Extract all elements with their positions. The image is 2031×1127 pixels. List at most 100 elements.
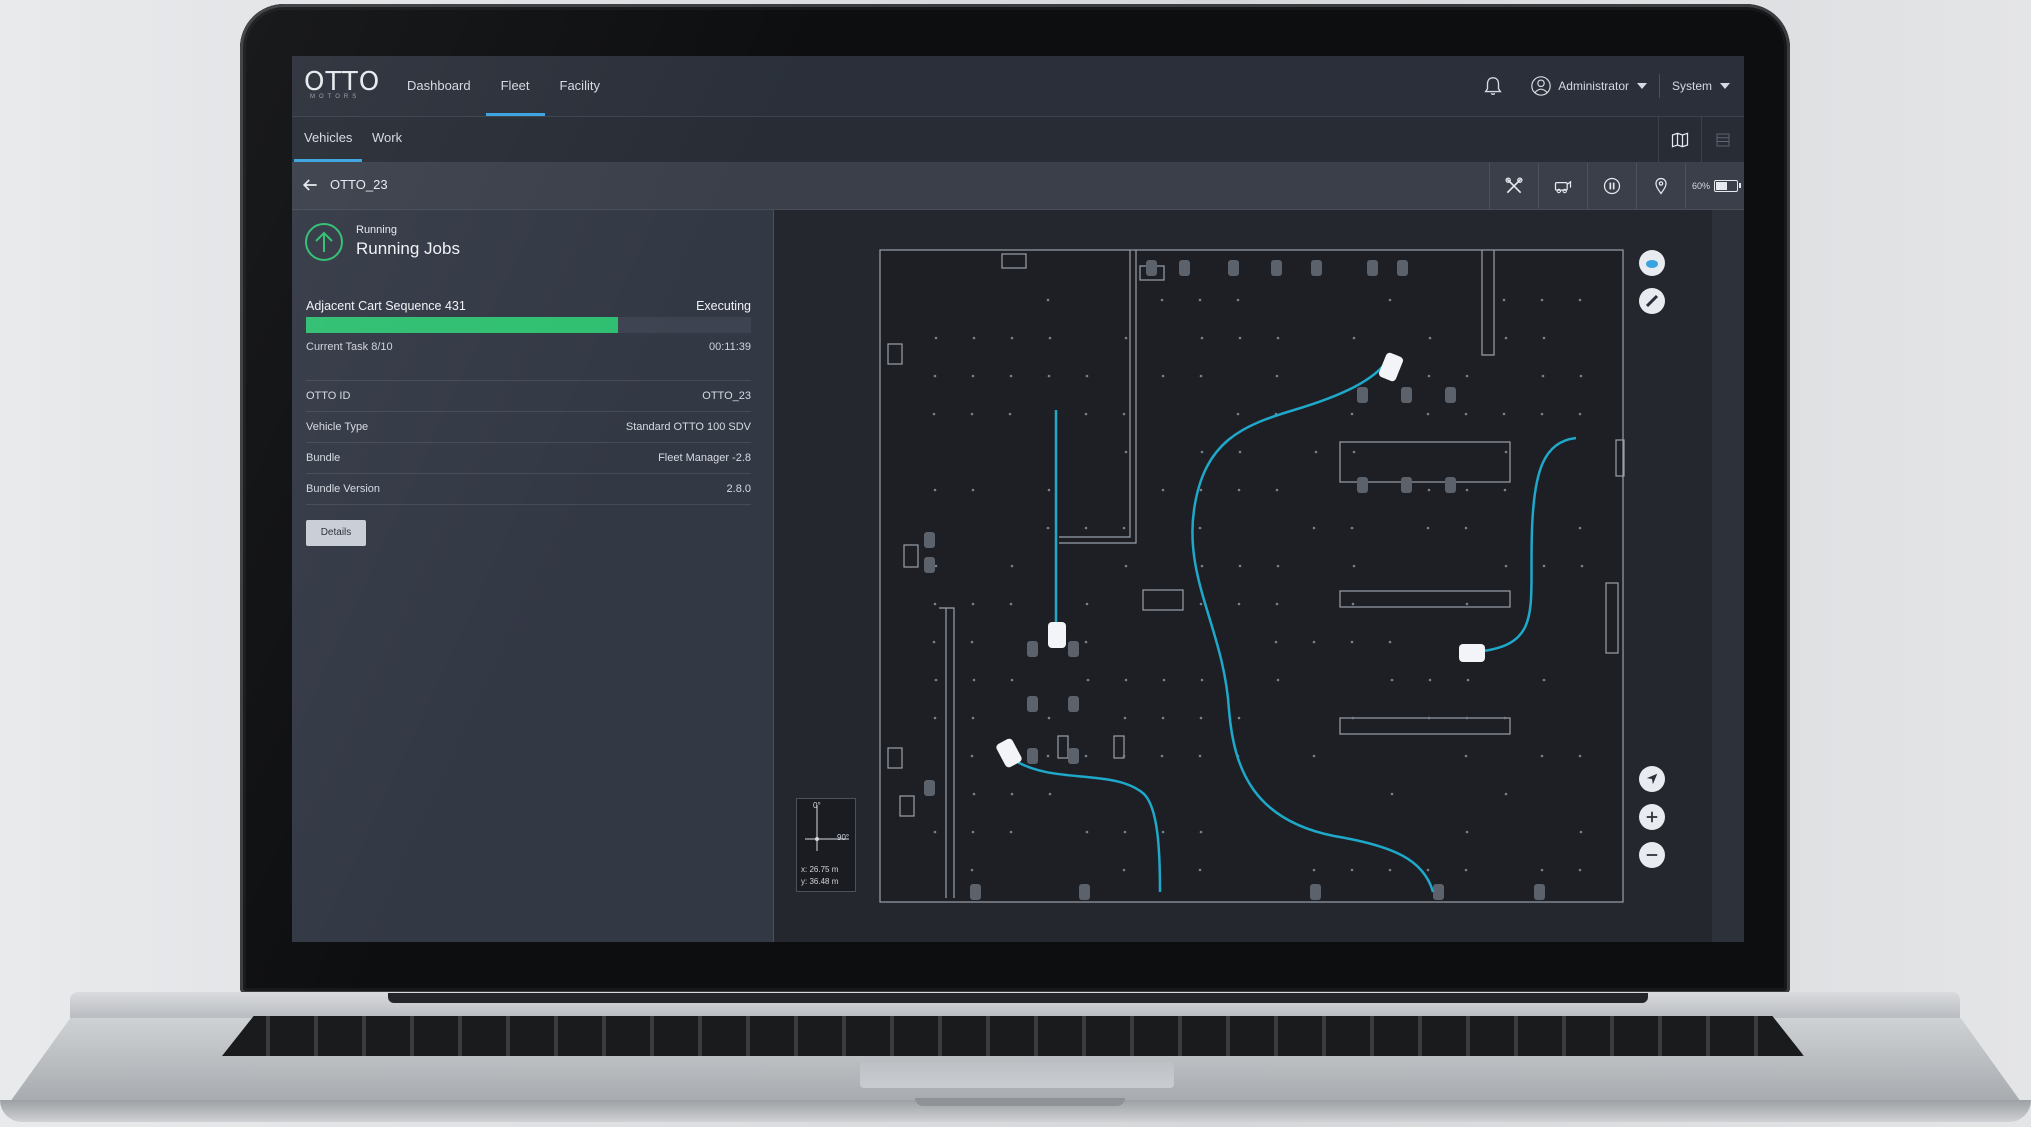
- list-icon: [1714, 131, 1732, 149]
- cart-marker: [1357, 387, 1368, 403]
- user-avatar-icon: [1530, 75, 1552, 97]
- cart-marker: [1079, 884, 1090, 900]
- pause-icon: [1602, 176, 1622, 196]
- battery-fill: [1716, 182, 1727, 190]
- cart-marker: [970, 884, 981, 900]
- laptop-hinge-slot: [388, 993, 1648, 1003]
- compass-y: y: 36.48 m: [801, 877, 838, 886]
- app-screen: OTTO MOTORS Dashboard Fleet Facility Adm…: [292, 56, 1744, 942]
- info-row: OTTO ID OTTO_23: [306, 380, 751, 411]
- tab-vehicles[interactable]: Vehicles: [294, 117, 362, 162]
- compass-x: x: 26.75 m: [801, 865, 838, 874]
- cart-marker: [1310, 884, 1321, 900]
- cart-marker: [1397, 260, 1408, 276]
- info-row: Bundle Version 2.8.0: [306, 473, 751, 505]
- layers-button[interactable]: [1639, 250, 1665, 276]
- facility-outline: [880, 250, 1623, 902]
- info-key: OTTO ID: [306, 390, 350, 402]
- plus-icon: [1645, 810, 1659, 824]
- vehicle-info-table: OTTO ID OTTO_23 Vehicle Type Standard OT…: [306, 380, 751, 505]
- nav-facility[interactable]: Facility: [545, 56, 615, 116]
- otto-logo[interactable]: OTTO MOTORS: [304, 70, 394, 106]
- tab-work[interactable]: Work: [362, 117, 412, 162]
- cart-marker: [1271, 260, 1282, 276]
- pause-button[interactable]: [1587, 163, 1636, 209]
- header-actions: Administrator System: [1482, 56, 1730, 116]
- nav-fleet[interactable]: Fleet: [486, 56, 545, 116]
- map-compass: 0° 90° x: 26.75 m y: 36.48 m: [796, 798, 856, 892]
- header-divider: [1659, 74, 1660, 98]
- map-canvas[interactable]: [774, 210, 1712, 942]
- info-key: Bundle Version: [306, 483, 380, 495]
- info-key: Bundle: [306, 452, 340, 464]
- compass-axes-icon: [797, 799, 855, 859]
- vehicle-tools: 60%: [1489, 163, 1744, 209]
- robot-otto: [1048, 622, 1066, 648]
- user-name: Administrator: [1558, 79, 1629, 93]
- cart-marker: [1027, 748, 1038, 764]
- details-button[interactable]: Details: [306, 520, 366, 546]
- system-menu[interactable]: System: [1672, 79, 1730, 93]
- cart-marker: [1534, 884, 1545, 900]
- cart-marker: [1367, 260, 1378, 276]
- cart-marker: [1068, 641, 1079, 657]
- drive-button[interactable]: [1538, 163, 1587, 209]
- ruler-icon: [1644, 293, 1660, 309]
- info-value: OTTO_23: [702, 390, 751, 402]
- info-row: Bundle Fleet Manager -2.8: [306, 442, 751, 473]
- zoom-in-button[interactable]: [1639, 804, 1665, 830]
- facility-map[interactable]: 0° 90° x: 26.75 m y: 36.48 m: [774, 210, 1712, 942]
- info-value: Fleet Manager -2.8: [658, 452, 751, 464]
- sub-tabs: Vehicles Work: [292, 117, 1744, 163]
- job-progress-fill: [306, 317, 618, 333]
- recenter-button[interactable]: [1639, 766, 1665, 792]
- job-state: Executing: [696, 299, 751, 313]
- info-key: Vehicle Type: [306, 421, 368, 433]
- map-side-strip: [1712, 210, 1744, 942]
- notification-bell-icon[interactable]: [1482, 75, 1504, 97]
- cart-marker: [1146, 260, 1157, 276]
- vehicle-hand-icon: [1552, 176, 1574, 196]
- user-menu[interactable]: Administrator: [1530, 75, 1647, 97]
- tools-button[interactable]: [1489, 163, 1538, 209]
- map-view-button[interactable]: [1658, 117, 1701, 162]
- measure-button[interactable]: [1639, 288, 1665, 314]
- laptop-trackpad: [860, 1062, 1174, 1088]
- compass-east: 90°: [837, 833, 849, 842]
- vehicle-header: OTTO_23 60%: [292, 163, 1744, 210]
- system-chevron-down-icon: [1720, 83, 1730, 89]
- laptop-notch: [915, 1098, 1125, 1106]
- cart-marker: [1311, 260, 1322, 276]
- cart-marker: [1433, 884, 1444, 900]
- info-value: 2.8.0: [727, 483, 751, 495]
- top-bar: OTTO MOTORS Dashboard Fleet Facility Adm…: [292, 56, 1744, 117]
- vehicle-detail-panel: Running Running Jobs Adjacent Cart Seque…: [292, 210, 774, 942]
- nav-dashboard[interactable]: Dashboard: [392, 56, 486, 116]
- info-value: Standard OTTO 100 SDV: [626, 421, 751, 433]
- map-icon: [1670, 130, 1690, 150]
- cart-marker: [924, 780, 935, 796]
- wrench-screwdriver-icon: [1504, 176, 1524, 196]
- job-progress-bar: [306, 317, 751, 333]
- compass-north: 0°: [813, 801, 821, 810]
- list-view-button[interactable]: [1701, 117, 1744, 162]
- info-row: Vehicle Type Standard OTTO 100 SDV: [306, 411, 751, 442]
- cart-marker: [1068, 696, 1079, 712]
- cart-marker: [1401, 477, 1412, 493]
- status-label: Running: [356, 224, 397, 236]
- cart-marker: [1357, 477, 1368, 493]
- cart-marker: [1027, 696, 1038, 712]
- locate-button[interactable]: [1636, 163, 1685, 209]
- battery-icon: [1714, 180, 1738, 192]
- vehicle-title: OTTO_23: [330, 177, 388, 192]
- cart-marker: [1445, 477, 1456, 493]
- user-chevron-down-icon: [1637, 83, 1647, 89]
- back-arrow-icon[interactable]: [300, 175, 320, 195]
- cart-marker: [924, 532, 935, 548]
- cart-marker: [1179, 260, 1190, 276]
- logo-subtext: MOTORS: [310, 94, 394, 100]
- zoom-out-button[interactable]: [1639, 842, 1665, 868]
- cart-marker: [1445, 387, 1456, 403]
- logo-text: OTTO: [304, 70, 394, 94]
- battery-status: 60%: [1685, 163, 1744, 209]
